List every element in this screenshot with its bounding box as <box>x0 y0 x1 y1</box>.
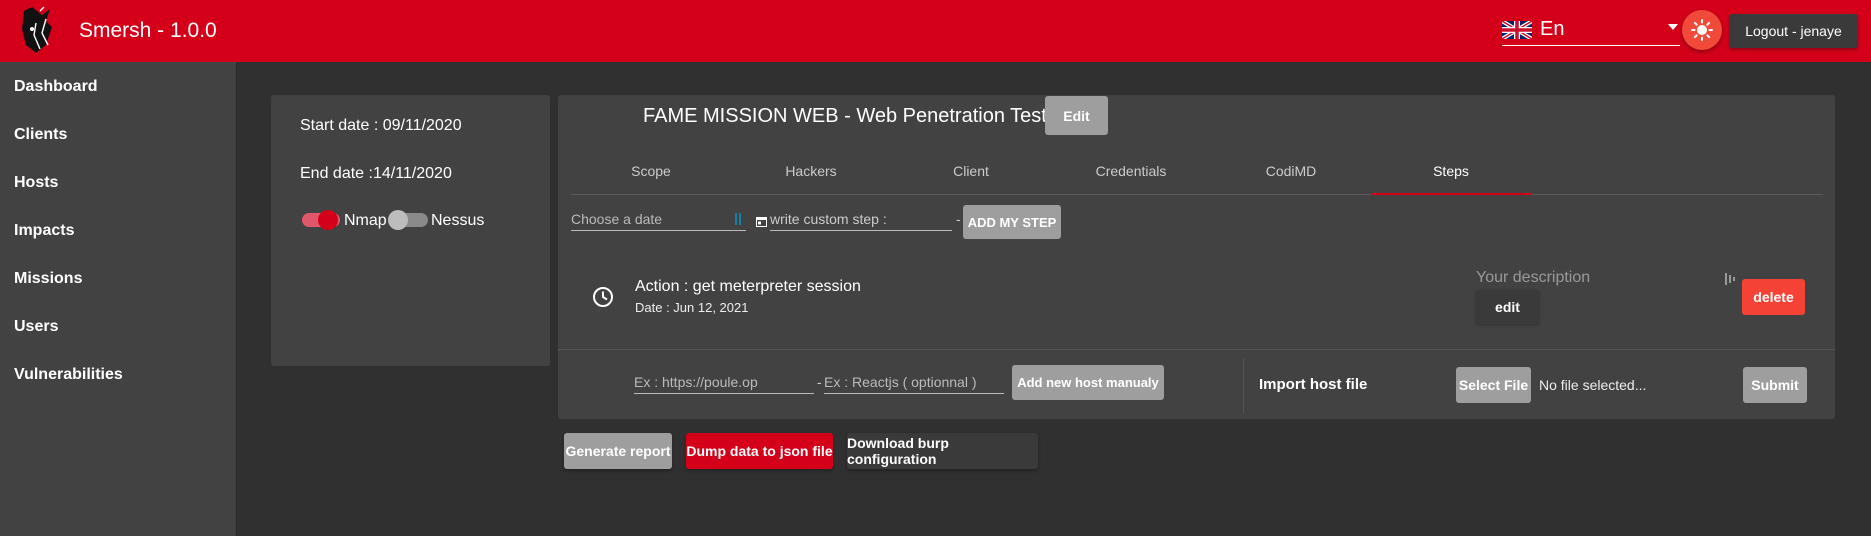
mission-info-card: Start date : 09/11/2020 End date :14/11/… <box>271 95 550 366</box>
date-cursor-icon <box>735 213 741 225</box>
sidebar-item-clients[interactable]: Clients <box>14 126 67 144</box>
nmap-toggle-knob <box>318 210 338 230</box>
sidebar-item-missions[interactable]: Missions <box>14 270 82 288</box>
start-date: Start date : 09/11/2020 <box>300 117 462 134</box>
chevron-down-icon <box>1668 24 1678 30</box>
step-date-input[interactable]: Choose a date <box>571 211 746 231</box>
language-value: En <box>1540 18 1565 40</box>
custom-step-input[interactable]: write custom step : <box>770 211 952 231</box>
sidebar-item-vulnerabilities[interactable]: Vulnerabilities <box>14 366 123 384</box>
mission-main-card: FAME MISSION WEB - Web Penetration Test … <box>558 95 1835 419</box>
add-step-button[interactable]: ADD MY STEP <box>963 205 1061 239</box>
nessus-toggle[interactable] <box>388 210 428 230</box>
submit-host-file-button[interactable]: Submit <box>1743 367 1807 403</box>
host-divider <box>1243 358 1244 413</box>
import-host-label: Import host file <box>1259 376 1368 393</box>
step-edit-button[interactable]: edit <box>1476 290 1539 324</box>
add-host-button[interactable]: Add new host manualy <box>1012 365 1164 400</box>
section-divider <box>558 349 1835 350</box>
step-date-text: Date : Jun 12, 2021 <box>635 300 749 315</box>
theme-toggle-button[interactable] <box>1682 10 1722 50</box>
step-delete-button[interactable]: delete <box>1742 279 1805 315</box>
tab-client[interactable]: Client <box>891 163 1051 179</box>
step-action-text: Action : get meterpreter session <box>635 278 861 295</box>
host-url-input[interactable]: Ex : https://poule.op <box>634 374 814 394</box>
dump-json-button[interactable]: Dump data to json file <box>686 433 833 469</box>
tab-codimd[interactable]: CodiMD <box>1211 163 1371 179</box>
step-separator: - <box>956 211 961 227</box>
host-technology-input[interactable]: Ex : Reactjs ( optionnal ) <box>824 374 1004 394</box>
tab-hackers[interactable]: Hackers <box>731 163 891 179</box>
select-file-button[interactable]: Select File <box>1456 367 1531 403</box>
smersh-logo-icon <box>22 6 52 53</box>
step-description-input[interactable]: Your description <box>1476 269 1736 287</box>
active-tab-indicator <box>1371 193 1531 195</box>
sun-icon <box>1691 19 1713 41</box>
edit-mission-button[interactable]: Edit <box>1045 96 1108 135</box>
tab-scope[interactable]: Scope <box>571 163 731 179</box>
language-select[interactable]: En <box>1502 14 1680 46</box>
selected-file-text: No file selected... <box>1539 377 1647 393</box>
logout-button[interactable]: Logout - jenaye <box>1729 14 1858 48</box>
sidebar: Dashboard Clients Hosts Impacts Missions… <box>0 62 237 536</box>
sidebar-item-hosts[interactable]: Hosts <box>14 174 58 192</box>
sidebar-item-impacts[interactable]: Impacts <box>14 222 74 240</box>
generate-report-button[interactable]: Generate report <box>564 433 672 469</box>
app-title: Smersh - 1.0.0 <box>79 19 217 42</box>
nmap-label: Nmap <box>344 212 387 229</box>
nmap-toggle[interactable] <box>302 210 340 230</box>
tab-steps[interactable]: Steps <box>1371 163 1531 179</box>
sidebar-item-dashboard[interactable]: Dashboard <box>14 78 98 96</box>
clock-icon <box>593 287 613 307</box>
nessus-toggle-knob <box>388 210 408 230</box>
mission-title: FAME MISSION WEB - Web Penetration Test <box>643 105 1047 127</box>
sidebar-item-users[interactable]: Users <box>14 318 58 336</box>
host-separator: - <box>817 374 822 390</box>
uk-flag-icon <box>1502 20 1532 39</box>
top-bar: Smersh - 1.0.0 En Logout - jenaye <box>0 0 1871 62</box>
resize-handle-icon[interactable] <box>1724 272 1736 286</box>
download-burp-button[interactable]: Download burp configuration <box>847 433 1038 469</box>
tab-credentials[interactable]: Credentials <box>1051 163 1211 179</box>
end-date: End date :14/11/2020 <box>300 165 452 182</box>
calendar-icon[interactable] <box>756 216 767 227</box>
tabs-divider <box>571 194 1823 195</box>
nessus-label: Nessus <box>431 212 485 229</box>
